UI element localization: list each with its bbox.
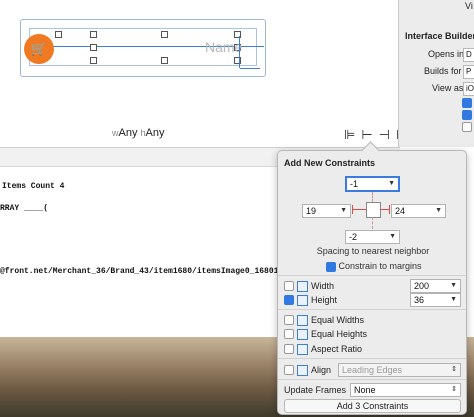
equal-heights-icon xyxy=(297,329,308,340)
builds-for-label: Builds for xyxy=(424,66,462,76)
opens-in-label: Opens in xyxy=(428,49,465,59)
builds-for-select[interactable]: P xyxy=(463,65,474,79)
shopping-cart-icon[interactable]: 🛒 xyxy=(24,34,54,64)
inspector-checkbox[interactable] xyxy=(462,122,472,132)
top-spacing-field[interactable]: -1 ▼ xyxy=(345,176,400,192)
equal-heights-checkbox[interactable] xyxy=(284,329,294,339)
height-checkbox[interactable] xyxy=(284,295,294,305)
bottom-constraint-line[interactable] xyxy=(372,217,373,229)
right-spacing-value: 24 xyxy=(395,206,406,216)
left-constraint-cap xyxy=(352,205,353,214)
height-icon xyxy=(297,295,308,306)
chevron-down-icon[interactable]: ▼ xyxy=(435,205,442,217)
name-label[interactable]: Name xyxy=(205,39,242,55)
align-icon[interactable]: ⊫ xyxy=(344,127,361,142)
left-spacing-value: 19 xyxy=(306,206,317,216)
separator xyxy=(278,309,466,310)
right-spacing-field[interactable]: 24 ▼ xyxy=(391,204,446,218)
bottom-spacing-field[interactable]: -2 ▼ xyxy=(345,230,400,244)
constrain-to-margins-checkbox[interactable] xyxy=(326,261,336,272)
aspect-ratio-label: Aspect Ratio xyxy=(311,344,363,354)
add-constraints-button[interactable]: Add 3 Constraints xyxy=(284,399,461,413)
width-value: 200 xyxy=(414,281,430,291)
constrain-to-margins-row[interactable]: Constrain to margins xyxy=(326,261,422,272)
width-checkbox[interactable] xyxy=(284,281,294,291)
popover-title: Add New Constraints xyxy=(284,158,376,168)
size-class-w-value: Any xyxy=(118,127,138,139)
equal-heights-label: Equal Heights xyxy=(311,329,368,339)
height-field[interactable]: 36 ▼ xyxy=(410,293,461,307)
constrain-to-margins-label: Constrain to margins xyxy=(338,261,422,271)
width-icon xyxy=(297,281,308,292)
inspector-checkbox[interactable] xyxy=(462,98,472,108)
equal-widths-checkbox[interactable] xyxy=(284,315,294,325)
separator xyxy=(278,358,466,359)
spacing-label: Spacing to nearest neighbor xyxy=(316,246,430,256)
file-inspector: Vi Interface Builder D Opens in D Builds… xyxy=(398,0,474,147)
update-frames-label: Update Frames xyxy=(284,385,347,395)
height-label: Height xyxy=(311,295,338,305)
size-class-selector[interactable]: wAny hAny xyxy=(112,127,165,139)
resize-handle[interactable] xyxy=(55,31,62,38)
update-frames-select[interactable]: None ⇕ xyxy=(350,383,461,397)
update-frames-value: None xyxy=(354,385,376,395)
equal-widths-label: Equal Widths xyxy=(311,315,365,325)
height-value: 36 xyxy=(414,295,425,305)
console-line: @front.net/Merchant_36/Brand_43/item1680… xyxy=(0,267,279,276)
aspect-ratio-icon xyxy=(297,344,308,355)
inspector-section-title: Vi xyxy=(465,1,473,11)
separator xyxy=(278,379,466,380)
left-spacing-field[interactable]: 19 ▼ xyxy=(302,204,351,218)
chevron-down-icon[interactable]: ▼ xyxy=(389,231,396,243)
inspector-checkbox[interactable] xyxy=(462,110,472,120)
console-line: RRAY ____( xyxy=(0,204,49,213)
constraint-center-box xyxy=(366,202,381,218)
view-as-label: View as xyxy=(432,83,464,93)
constraint-guide-line xyxy=(239,36,240,68)
bottom-spacing-value: -2 xyxy=(349,232,358,242)
chevron-updown-icon[interactable]: ⇕ xyxy=(451,384,457,396)
chevron-down-icon[interactable]: ▼ xyxy=(388,178,395,190)
resize-handle[interactable] xyxy=(90,44,97,51)
view-as-select[interactable]: iO xyxy=(463,82,474,96)
constraint-guide-line xyxy=(240,68,260,69)
add-constraints-popover: Add New Constraints -1 ▼ 19 ▼ 24 ▼ -2 ▼ Spac… xyxy=(277,141,467,415)
opens-in-select[interactable]: D xyxy=(463,48,474,62)
resize-handle[interactable] xyxy=(161,57,168,64)
align-icon xyxy=(297,365,308,376)
size-class-h-value: Any xyxy=(145,127,165,139)
aspect-ratio-checkbox[interactable] xyxy=(284,344,294,354)
right-constraint-cap xyxy=(389,205,390,214)
resize-handle[interactable] xyxy=(90,57,97,64)
inspector-header: Interface Builder D xyxy=(405,31,474,41)
top-spacing-value: -1 xyxy=(350,179,359,189)
equal-widths-icon xyxy=(297,315,308,326)
align-checkbox[interactable] xyxy=(284,365,294,375)
chevron-down-icon[interactable]: ▼ xyxy=(340,205,347,217)
resize-handle[interactable] xyxy=(161,31,168,38)
storyboard-canvas[interactable]: 🛒 Name wAny hAny ⊫⊢⊣⊦ xyxy=(0,0,403,147)
chevron-updown-icon[interactable]: ⇕ xyxy=(451,364,457,376)
top-constraint-line[interactable] xyxy=(372,192,373,202)
resize-handle[interactable] xyxy=(90,31,97,38)
left-constraint-line[interactable] xyxy=(352,209,366,210)
align-select[interactable]: Leading Edges ⇕ xyxy=(338,363,461,377)
align-label: Align xyxy=(311,365,332,375)
separator xyxy=(278,275,466,276)
console-line: Items Count 4 xyxy=(2,182,65,191)
width-label: Width xyxy=(311,281,335,291)
align-value: Leading Edges xyxy=(342,365,403,375)
pin-icon[interactable]: ⊢⊣ xyxy=(361,127,396,142)
chevron-down-icon[interactable]: ▼ xyxy=(450,280,457,292)
chevron-down-icon[interactable]: ▼ xyxy=(450,294,457,306)
width-field[interactable]: 200 ▼ xyxy=(410,279,461,293)
